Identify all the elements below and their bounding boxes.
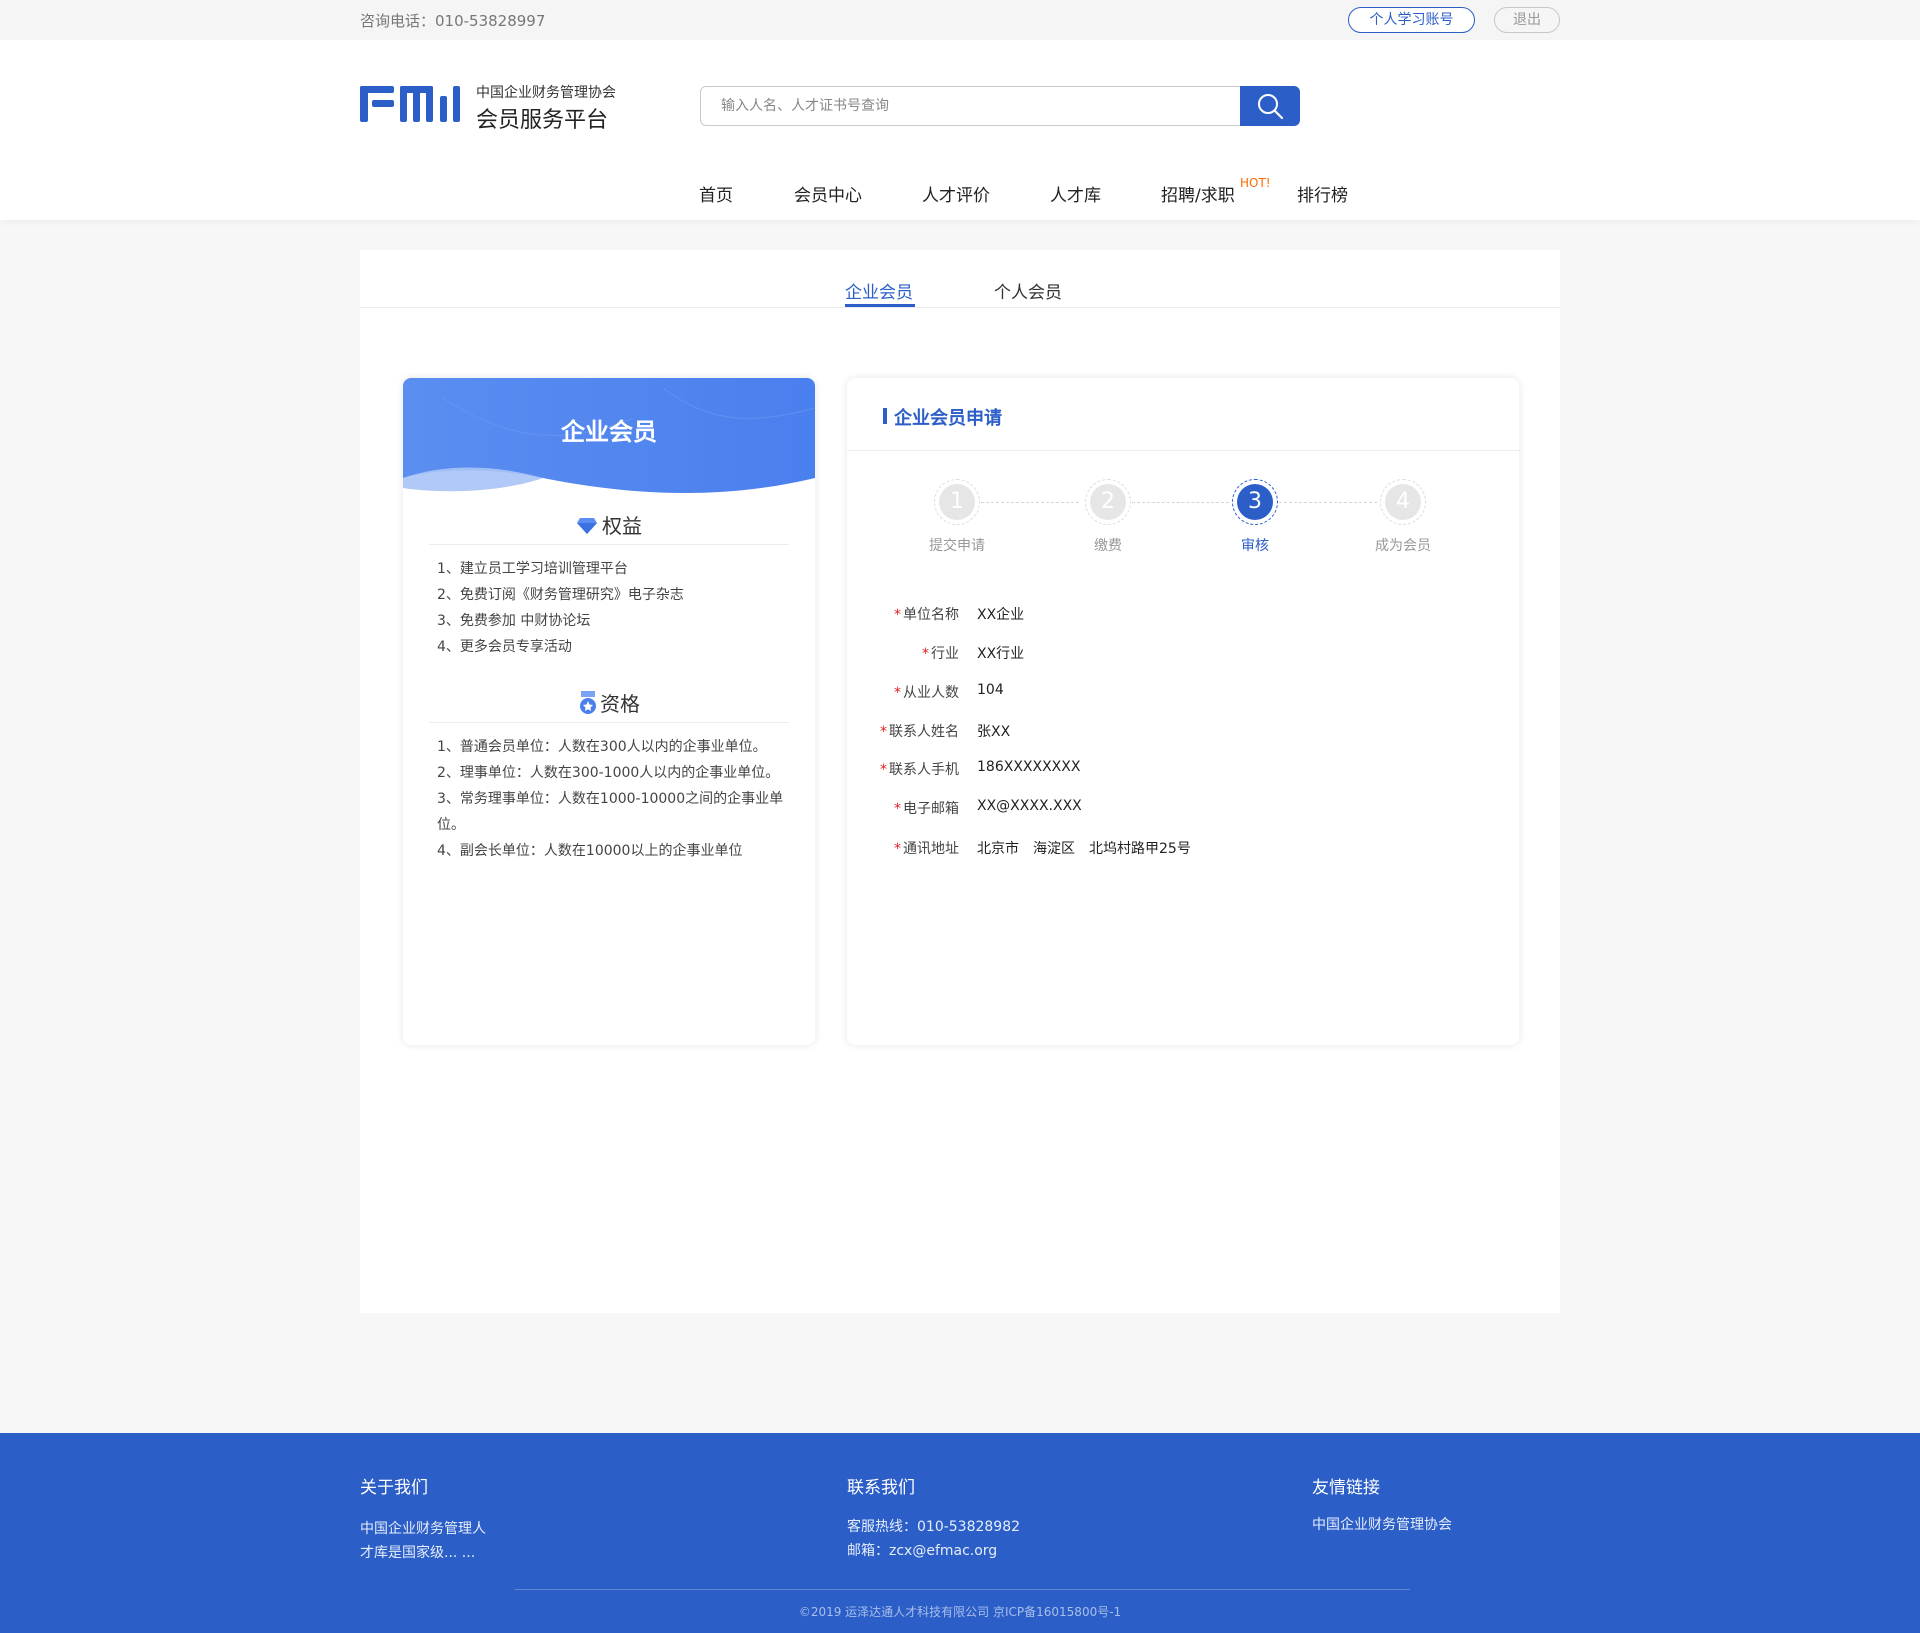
step-2-circle: 2 <box>1085 479 1131 525</box>
form-row-industry: * 行业 XX行业 <box>847 643 1519 667</box>
nav-member-center[interactable]: 会员中心 <box>794 181 862 206</box>
tab-enterprise-member[interactable]: 企业会员 <box>845 278 913 303</box>
form-label: * 联系人姓名 <box>880 724 959 740</box>
benefit-item: 4、更多会员专享活动 <box>437 639 572 655</box>
footer-copyright: ©2019 运泽达通人才科技有限公司 京ICP备16015800号-1 <box>798 1605 1122 1619</box>
form-value: 104 <box>977 682 1004 698</box>
form-row-email: * 电子邮箱 XX@XXXX.XXX <box>847 798 1519 822</box>
medal-icon <box>580 691 596 714</box>
benefits-title: 权益 <box>602 514 642 538</box>
card-divider <box>847 450 1519 451</box>
form-row-contact-mobile: * 联系人手机 186XXXXXXXX <box>847 759 1519 783</box>
footer-about-title: 关于我们 <box>360 1478 428 1498</box>
form-row-contact-name: * 联系人姓名 张XX <box>847 721 1519 745</box>
form-value: XX行业 <box>977 646 1025 662</box>
nav-talent-pool[interactable]: 人才库 <box>1050 181 1101 206</box>
benefit-item: 3、免费参加 中财协论坛 <box>437 613 591 629</box>
form-value: XX企业 <box>977 607 1025 623</box>
qualification-heading: 资格 <box>403 688 815 717</box>
footer-contact-email[interactable]: 邮箱：zcx@efmac.org <box>847 1539 997 1563</box>
logo-platform-title: 会员服务平台 <box>476 108 609 133</box>
form-label: * 电子邮箱 <box>894 801 959 817</box>
nav-recruitment[interactable]: 招聘/求职 <box>1161 181 1235 206</box>
qualification-title: 资格 <box>600 692 640 716</box>
diamond-icon <box>577 518 597 534</box>
consult-phone: 咨询电话：010-53828997 <box>360 12 546 30</box>
form-value: 186XXXXXXXX <box>977 759 1081 775</box>
content-panel: 企业会员 个人会员 企业会员 权益 1、建立员工学习培训管理平台 2、免费订阅《… <box>360 250 1560 1313</box>
form-row-employees: * 从业人数 104 <box>847 682 1519 706</box>
site-header: 中国企业财务管理协会 会员服务平台 输入人名、人才证书号查询 首页 会员中心 人… <box>0 40 1920 220</box>
qualification-item: 2、理事单位：人数在300-1000人以内的企事业单位。 <box>437 765 780 781</box>
step-1-label: 提交申请 <box>929 538 985 554</box>
site-footer: 关于我们 中国企业财务管理人 才库是国家级... ... 联系我们 客服热线：0… <box>0 1433 1920 1633</box>
top-bar: 咨询电话：010-53828997 个人学习账号 退出 <box>0 0 1920 40</box>
step-4-label: 成为会员 <box>1375 538 1431 554</box>
enterprise-application-card: 企业会员申请 1 2 3 4 提交申请 缴费 审核 成为会员 * 单位名称 XX企… <box>847 378 1519 1045</box>
form-row-address: * 通讯地址 北京市 海淀区 北坞村路甲25号 <box>847 838 1519 862</box>
step-connector <box>1279 502 1377 503</box>
footer-about-text: 中国企业财务管理人 <box>360 1521 486 1537</box>
form-label: * 单位名称 <box>894 607 959 623</box>
step-2-number: 2 <box>1090 484 1126 520</box>
footer-links-title: 友情链接 <box>1312 1478 1380 1498</box>
form-value: XX@XXXX.XXX <box>977 798 1082 814</box>
form-row-company-name: * 单位名称 XX企业 <box>847 604 1519 628</box>
step-connector <box>1132 502 1229 503</box>
search-button[interactable] <box>1240 86 1300 126</box>
enterprise-member-info-card: 企业会员 权益 1、建立员工学习培训管理平台 2、免费订阅《财务管理研究》电子杂… <box>403 378 815 1045</box>
footer-link-item[interactable]: 中国企业财务管理协会 <box>1312 1513 1452 1537</box>
qualification-item: 3、常务理事单位：人数在1000-10000之间的企事业单位。 <box>437 791 784 833</box>
search-input[interactable]: 输入人名、人才证书号查询 <box>700 86 1241 126</box>
tabs-divider <box>360 307 1560 308</box>
form-value: 张XX <box>977 724 1011 740</box>
card-title: 企业会员 <box>561 418 657 446</box>
benefit-item: 2、免费订阅《财务管理研究》电子杂志 <box>437 587 684 603</box>
nav-ranking[interactable]: 排行榜 <box>1297 181 1348 206</box>
step-3-label: 审核 <box>1241 538 1269 554</box>
search-icon <box>1258 94 1284 120</box>
personal-account-button[interactable]: 个人学习账号 <box>1348 7 1475 33</box>
step-1-number: 1 <box>939 484 975 520</box>
step-3-number: 3 <box>1237 484 1273 520</box>
nav-home[interactable]: 首页 <box>699 181 733 206</box>
footer-contact-title: 联系我们 <box>847 1478 915 1498</box>
footer-contact-phone: 客服热线：010-53828982 <box>847 1519 1021 1535</box>
tab-individual-member[interactable]: 个人会员 <box>994 278 1062 303</box>
step-3-circle: 3 <box>1232 479 1278 525</box>
form-label: * 联系人手机 <box>880 762 959 778</box>
qualification-item: 4、副会长单位：人数在10000以上的企事业单位 <box>437 843 743 859</box>
form-value: 北京市 海淀区 北坞村路甲25号 <box>977 841 1191 857</box>
qualification-divider <box>429 722 789 723</box>
footer-divider <box>515 1589 1410 1590</box>
logout-button[interactable]: 退出 <box>1494 7 1560 33</box>
step-4-number: 4 <box>1385 484 1421 520</box>
title-accent-bar <box>883 408 887 424</box>
benefits-divider <box>429 544 789 545</box>
step-2-label: 缴费 <box>1094 538 1122 554</box>
step-4-circle: 4 <box>1380 479 1426 525</box>
hot-badge: HOT! <box>1240 176 1271 190</box>
fmi-logo-icon[interactable] <box>360 84 470 124</box>
step-connector <box>981 502 1079 503</box>
step-1-circle: 1 <box>934 479 980 525</box>
benefits-heading: 权益 <box>403 510 815 539</box>
benefit-item: 1、建立员工学习培训管理平台 <box>437 561 628 577</box>
form-label: * 行业 <box>922 646 959 662</box>
application-title: 企业会员申请 <box>894 408 1002 429</box>
form-label: * 通讯地址 <box>894 841 959 857</box>
logo-org-name: 中国企业财务管理协会 <box>476 85 616 101</box>
footer-about-text[interactable]: 才库是国家级... ... <box>360 1541 475 1565</box>
form-label: * 从业人数 <box>894 685 959 701</box>
nav-talent-evaluation[interactable]: 人才评价 <box>922 181 990 206</box>
qualification-item: 1、普通会员单位：人数在300人以内的企事业单位。 <box>437 739 767 755</box>
